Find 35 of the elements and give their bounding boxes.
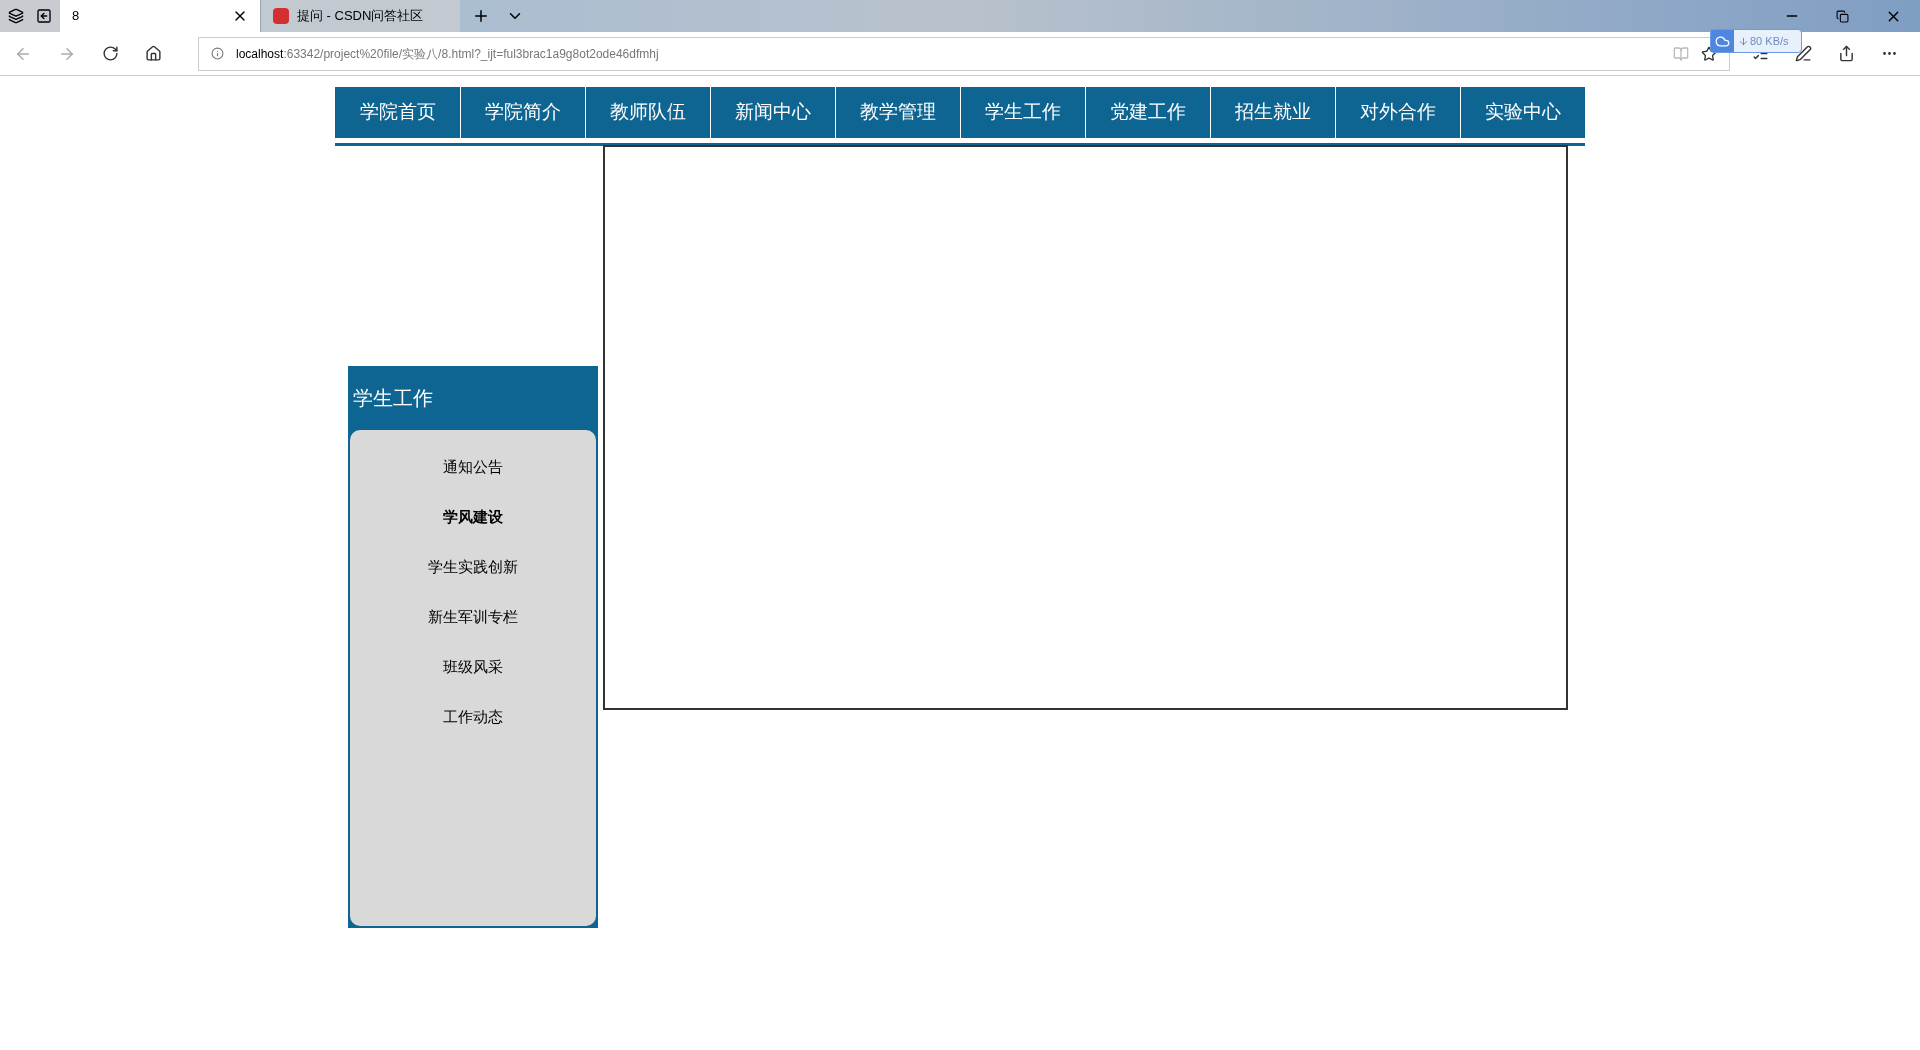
refresh-icon[interactable] <box>102 45 119 62</box>
nav-item[interactable]: 对外合作 <box>1335 87 1460 138</box>
nav-item[interactable]: 学院简介 <box>460 87 585 138</box>
download-speed: 80 KB/s <box>1749 33 1790 49</box>
share-icon[interactable] <box>1838 45 1855 62</box>
info-icon <box>211 47 224 60</box>
address-bar[interactable]: localhost:63342/project%20file/实验八/8.html?_ijt=ful3brac1a9g8ot2ode46dfmhj <box>198 36 1730 71</box>
browser-tab[interactable]: 提问 - CSDN问答社区 <box>260 0 460 32</box>
url-text: localhost:63342/project%20file/实验八/8.html?_ijt=ful3brac1a9g8ot2ode46dfmhj <box>236 45 660 63</box>
favorite-icon[interactable] <box>1701 45 1717 62</box>
site-icon <box>273 8 289 24</box>
sidebar-title: 学生工作 <box>352 386 434 411</box>
sidebar-item[interactable]: 学风建设 <box>443 492 503 542</box>
tab-title: 提问 - CSDN问答社区 <box>297 7 425 26</box>
sidebar-item[interactable]: 班级风采 <box>443 642 503 692</box>
nav-item[interactable]: 学生工作 <box>960 87 1085 138</box>
browser-tab[interactable]: 8 <box>60 0 260 32</box>
nav-item[interactable]: 招生就业 <box>1210 87 1335 138</box>
sidebar-item[interactable]: 工作动态 <box>443 692 503 742</box>
tab-title: 8 <box>72 7 81 26</box>
restore-icon[interactable] <box>1836 9 1849 23</box>
nav-item[interactable]: 教学管理 <box>835 87 960 138</box>
nav-item[interactable]: 党建工作 <box>1085 87 1210 138</box>
new-tab-icon[interactable] <box>472 7 490 25</box>
nav-item[interactable]: 学院首页 <box>335 87 460 138</box>
download-icon <box>1738 35 1749 47</box>
cloud-icon <box>1715 33 1730 49</box>
nav-item[interactable]: 新闻中心 <box>710 87 835 138</box>
pen-icon[interactable] <box>1795 45 1812 62</box>
nav-item[interactable]: 实验中心 <box>1460 87 1585 138</box>
home-icon[interactable] <box>145 45 162 62</box>
sidebar-item[interactable]: 通知公告 <box>443 442 503 492</box>
nav-item[interactable]: 教师队伍 <box>585 87 710 138</box>
sidebar-item[interactable]: 学生实践创新 <box>428 542 518 592</box>
sidebar-item[interactable]: 新生军训专栏 <box>428 592 518 642</box>
